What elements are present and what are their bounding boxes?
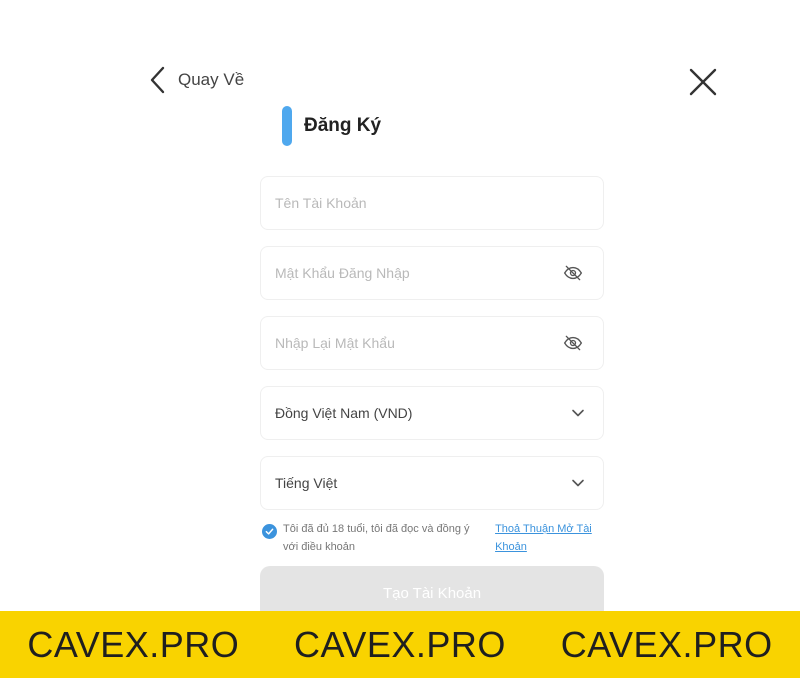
language-value: Tiếng Việt xyxy=(275,475,338,491)
close-icon[interactable] xyxy=(688,67,718,97)
username-input[interactable] xyxy=(275,195,589,211)
back-label: Quay Về xyxy=(178,70,245,89)
eye-off-icon[interactable] xyxy=(563,263,583,283)
terms-link[interactable]: Thoả Thuận Mở Tài Khoản xyxy=(495,520,606,556)
banner-text: CAVEX.PRO xyxy=(294,623,506,665)
eye-off-icon[interactable] xyxy=(563,333,583,353)
chevron-left-icon xyxy=(150,66,165,94)
password-field-wrapper xyxy=(260,246,604,300)
banner-text: CAVEX.PRO xyxy=(27,623,240,665)
page-title: Đăng Ký xyxy=(304,115,382,136)
language-select[interactable]: Tiếng Việt xyxy=(260,456,604,510)
promo-banner: CAVEX.PRO CAVEX.PRO CAVEX.PRO xyxy=(0,611,800,678)
currency-select[interactable]: Đồng Việt Nam (VND) xyxy=(260,386,604,440)
title-accent-bar xyxy=(282,106,292,146)
banner-text: CAVEX.PRO xyxy=(560,623,773,665)
chevron-down-icon xyxy=(572,479,584,487)
confirm-password-field-wrapper xyxy=(260,316,604,370)
currency-value: Đồng Việt Nam (VND) xyxy=(275,405,413,421)
password-input[interactable] xyxy=(275,265,563,281)
username-field-wrapper xyxy=(260,176,604,230)
back-button[interactable]: Quay Về xyxy=(148,66,244,94)
page-header: Đăng Ký xyxy=(282,106,381,146)
terms-agreement: Tôi đã đủ 18 tuổi, tôi đã đọc và đồng ý … xyxy=(262,520,606,556)
chevron-down-icon xyxy=(572,409,584,417)
agree-text: Tôi đã đủ 18 tuổi, tôi đã đọc và đồng ý … xyxy=(283,523,470,553)
check-icon xyxy=(265,528,274,535)
confirm-password-input[interactable] xyxy=(275,335,563,351)
agree-checkbox[interactable] xyxy=(262,524,277,539)
